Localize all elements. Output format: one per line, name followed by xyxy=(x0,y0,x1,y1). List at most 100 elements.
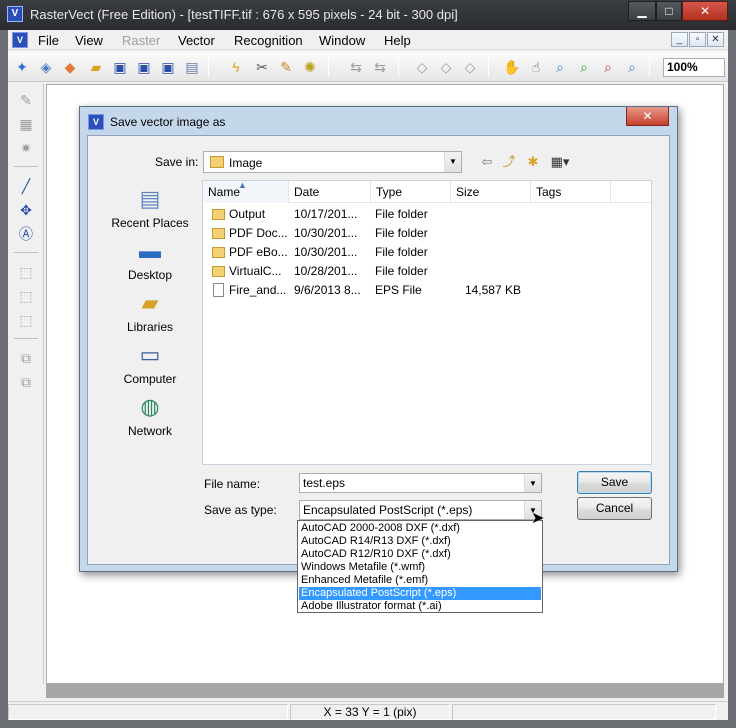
type-option[interactable]: AutoCAD R14/R13 DXF (*.dxf) xyxy=(299,535,541,548)
save-as-type-label: Save as type: xyxy=(204,503,277,517)
broom-icon[interactable]: ✎ xyxy=(276,57,296,77)
cancel-button[interactable]: Cancel xyxy=(577,497,652,520)
zoom-input[interactable]: 100% xyxy=(663,58,725,77)
status-cell-empty-2 xyxy=(452,704,716,720)
computer-icon: ▭ xyxy=(139,342,161,367)
minimize-button[interactable]: ▁ xyxy=(628,1,656,21)
place-network[interactable]: ◍ Network xyxy=(100,392,200,444)
chevron-down-icon[interactable]: ▼ xyxy=(444,152,461,172)
file-row[interactable]: Output 10/17/201... File folder xyxy=(203,205,651,224)
move-tool-icon[interactable]: ✥ xyxy=(16,200,36,220)
view-menu-icon[interactable]: ▦▾ xyxy=(546,153,574,171)
file-name: VirtualC... xyxy=(229,264,282,278)
mdi-minimize-button[interactable]: _ xyxy=(671,32,688,47)
type-option[interactable]: Windows Metafile (*.wmf) xyxy=(299,561,541,574)
column-type[interactable]: Type xyxy=(371,181,451,203)
place-computer[interactable]: ▭ Computer xyxy=(100,340,200,392)
undo-icon[interactable]: ⇆ xyxy=(346,57,366,77)
rect-add-icon[interactable]: ⬚ xyxy=(16,286,36,306)
open-folder-icon[interactable]: ▰ xyxy=(86,57,106,77)
mdi-close-button[interactable]: ✕ xyxy=(707,32,724,47)
column-label: Name xyxy=(208,185,241,199)
left-toolbar: ✎ ▦ ✷ ╱ ✥ Ⓐ ⬚ ⬚ ⬚ ⧉ ⧉ xyxy=(8,84,44,684)
zoom-out-icon[interactable]: ⌕ xyxy=(598,57,618,77)
wand-icon[interactable]: ✦ xyxy=(12,57,32,77)
column-name[interactable]: Name ▲ xyxy=(203,180,289,203)
save-in-value: Image xyxy=(229,156,263,170)
menu-vector[interactable]: Vector xyxy=(178,33,215,48)
rect-sub-icon[interactable]: ⬚ xyxy=(16,310,36,330)
file-name-input[interactable]: test.eps ▼ xyxy=(299,473,542,493)
flip-icon[interactable]: ◇ xyxy=(436,57,456,77)
new-folder-icon[interactable]: ✱ xyxy=(524,153,542,171)
hand-pan-icon[interactable]: ✋ xyxy=(502,57,522,77)
place-recent[interactable]: ▤ Recent Places xyxy=(100,184,200,236)
window-title: RasterVect (Free Edition) - [testTIFF.ti… xyxy=(30,7,458,22)
file-row[interactable]: PDF eBo... 10/30/201... File folder xyxy=(203,243,651,262)
type-option[interactable]: Enhanced Metafile (*.emf) xyxy=(299,574,541,587)
hand-select-icon[interactable]: ☝ xyxy=(526,57,546,77)
file-row[interactable]: Fire_and... 9/6/2013 8... EPS File 14,58… xyxy=(203,281,651,300)
save-as-icon[interactable]: ▣ xyxy=(158,57,178,77)
type-option-selected[interactable]: Encapsulated PostScript (*.eps) xyxy=(299,587,541,600)
mdi-restore-button[interactable]: ▫ xyxy=(689,32,706,47)
rotate-left-icon[interactable]: ◇ xyxy=(412,57,432,77)
file-row[interactable]: PDF Doc... 10/30/201... File folder xyxy=(203,224,651,243)
column-tags[interactable]: Tags xyxy=(531,181,611,203)
place-desktop[interactable]: ▬ Desktop xyxy=(100,236,200,288)
close-button[interactable]: ✕ xyxy=(682,1,728,21)
file-date: 9/6/2013 8... xyxy=(294,283,361,297)
up-folder-icon[interactable]: ⤴ xyxy=(500,153,518,171)
eraser-color-icon[interactable]: ◆ xyxy=(60,57,80,77)
ungroup-icon[interactable]: ⧉ xyxy=(16,372,36,392)
brush-icon[interactable]: ✎ xyxy=(16,90,36,110)
file-type: File folder xyxy=(375,245,428,259)
pattern-icon[interactable]: ▦ xyxy=(16,114,36,134)
file-row[interactable]: VirtualC... 10/28/201... File folder xyxy=(203,262,651,281)
back-arrow-icon[interactable]: ⇦ xyxy=(478,153,496,171)
group-icon[interactable]: ⧉ xyxy=(16,348,36,368)
dialog-close-button[interactable]: ✕ xyxy=(626,107,669,126)
scan-icon[interactable]: ▤ xyxy=(182,57,202,77)
place-label: Libraries xyxy=(126,320,174,334)
zoom-select-icon[interactable]: ⌕ xyxy=(550,57,570,77)
save-in-combo[interactable]: Image ▼ xyxy=(203,151,462,173)
type-option[interactable]: AutoCAD 2000-2008 DXF (*.dxf) xyxy=(299,522,541,535)
app-icon[interactable]: V xyxy=(7,6,23,22)
scissors-icon[interactable]: ✂ xyxy=(252,57,272,77)
save-raster-icon[interactable]: ▣ xyxy=(110,57,130,77)
column-size[interactable]: Size xyxy=(451,181,531,203)
chevron-down-icon[interactable]: ▼ xyxy=(524,474,541,492)
rect-select-icon[interactable]: ⬚ xyxy=(16,262,36,282)
folder-icon xyxy=(212,247,225,258)
maximize-button[interactable]: □ xyxy=(656,1,682,21)
document-icon[interactable]: V xyxy=(12,32,28,48)
save-button[interactable]: Save xyxy=(577,471,652,494)
lightning-icon[interactable]: ϟ xyxy=(226,57,246,77)
status-cell-empty xyxy=(8,704,288,720)
type-option[interactable]: Adobe Illustrator format (*.ai) xyxy=(299,600,541,613)
save-vector-icon[interactable]: ▣ xyxy=(134,57,154,77)
menu-help[interactable]: Help xyxy=(384,33,411,48)
place-libraries[interactable]: ▰ Libraries xyxy=(100,288,200,340)
eraser-icon[interactable]: ◈ xyxy=(36,57,56,77)
file-name: PDF Doc... xyxy=(229,226,287,240)
menu-recognition[interactable]: Recognition xyxy=(234,33,303,48)
menu-window[interactable]: Window xyxy=(319,33,365,48)
redo-icon[interactable]: ⇆ xyxy=(370,57,390,77)
zoom-in-icon[interactable]: ⌕ xyxy=(574,57,594,77)
text-tool-icon[interactable]: Ⓐ xyxy=(16,224,36,244)
save-as-type-select[interactable]: Encapsulated PostScript (*.eps) ▼ xyxy=(299,500,542,520)
type-option[interactable]: AutoCAD R12/R10 DXF (*.dxf) xyxy=(299,548,541,561)
menu-view[interactable]: View xyxy=(75,33,103,48)
zoom-fit-icon[interactable]: ⌕ xyxy=(622,57,642,77)
spray-icon[interactable]: ✷ xyxy=(16,138,36,158)
folder-icon xyxy=(212,209,225,220)
line-tool-icon[interactable]: ╱ xyxy=(16,176,36,196)
file-list[interactable]: Name ▲ Date Type Size Tags Output 10/17/… xyxy=(202,180,652,465)
rotate-right-icon[interactable]: ◇ xyxy=(460,57,480,77)
menu-file[interactable]: File xyxy=(38,33,59,48)
menu-raster[interactable]: Raster xyxy=(122,33,160,48)
column-date[interactable]: Date xyxy=(289,181,371,203)
settings-icon[interactable]: ✺ xyxy=(300,57,320,77)
